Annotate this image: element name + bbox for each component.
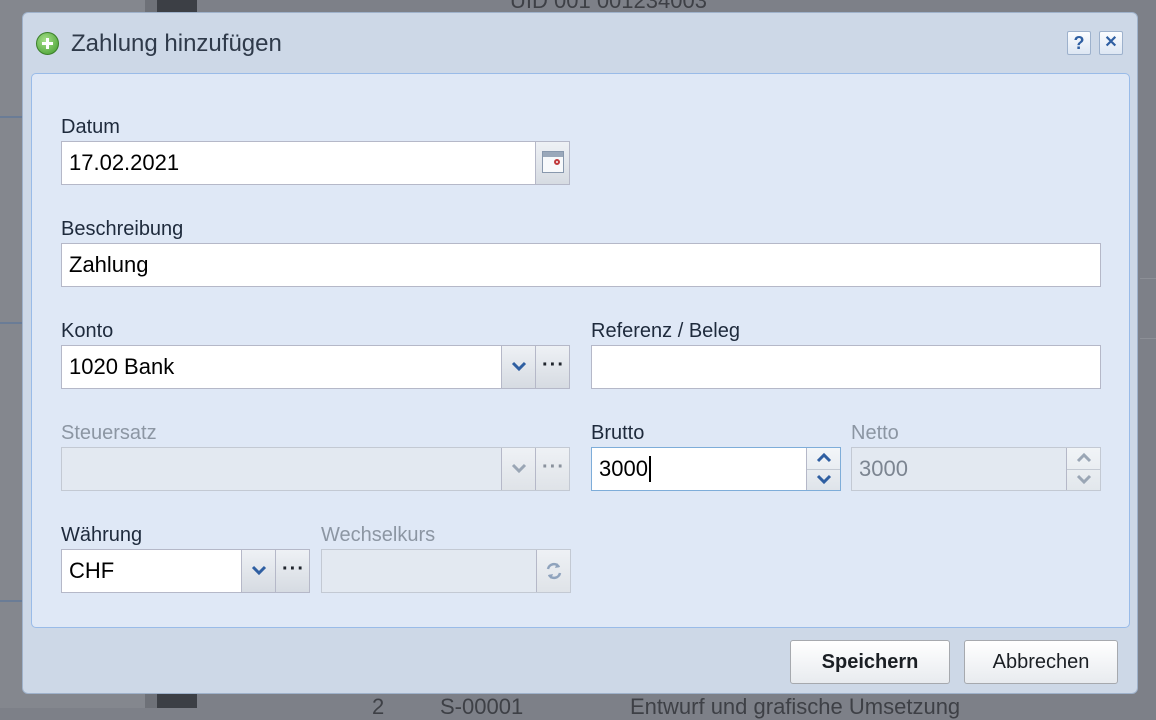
brutto-increment-button[interactable] xyxy=(807,448,840,470)
waehrung-value: CHF xyxy=(69,558,115,583)
chevron-down-icon xyxy=(251,565,267,576)
dialog-title: Zahlung hinzufügen xyxy=(71,30,282,57)
chevron-down-icon xyxy=(1076,474,1092,485)
chevron-down-icon xyxy=(511,463,527,474)
background-row-code: S-00001 xyxy=(440,694,524,719)
more-icon: ··· xyxy=(542,456,565,478)
konto-value: 1020 Bank xyxy=(69,354,175,379)
netto-label: Netto xyxy=(851,422,899,444)
datum-value: 17.02.2021 xyxy=(69,150,180,175)
waehrung-dropdown-button[interactable] xyxy=(241,550,275,592)
konto-dropdown-button[interactable] xyxy=(501,346,535,388)
netto-decrement-button xyxy=(1067,469,1100,490)
help-button[interactable]: ? xyxy=(1067,31,1091,55)
calendar-icon xyxy=(542,151,564,173)
beschreibung-label: Beschreibung xyxy=(61,218,184,240)
dialog-titlebar[interactable]: Zahlung hinzufügen ? ✕ xyxy=(23,13,1137,73)
steuersatz-combo: ··· xyxy=(61,447,570,491)
close-button[interactable]: ✕ xyxy=(1099,31,1123,55)
steuersatz-more-button: ··· xyxy=(535,448,569,490)
steuersatz-dropdown-button xyxy=(501,448,535,490)
add-payment-dialog: Zahlung hinzufügen ? ✕ Datum 17.02.2021 … xyxy=(22,12,1138,694)
background-row-num: 2 xyxy=(372,694,385,719)
more-icon: ··· xyxy=(282,558,305,580)
background-row-line xyxy=(1140,338,1156,339)
cancel-button[interactable]: Abbrechen xyxy=(964,640,1118,684)
background-row-desc: Entwurf und grafische Umsetzung xyxy=(630,694,961,719)
beschreibung-value: Zahlung xyxy=(69,252,149,277)
konto-combo[interactable]: 1020 Bank ··· xyxy=(61,345,570,389)
netto-increment-button xyxy=(1067,448,1100,470)
text-caret xyxy=(648,455,651,482)
referenz-label: Referenz / Beleg xyxy=(591,320,740,342)
steuersatz-label: Steuersatz xyxy=(61,422,157,444)
chevron-up-icon xyxy=(816,452,832,463)
netto-spinner xyxy=(1066,448,1100,490)
wechselkurs-field xyxy=(321,549,571,593)
wechselkurs-label: Wechselkurs xyxy=(321,524,436,546)
brutto-spinner[interactable] xyxy=(806,448,840,490)
more-icon: ··· xyxy=(542,354,565,376)
brutto-decrement-button[interactable] xyxy=(807,469,840,490)
waehrung-more-button[interactable]: ··· xyxy=(275,550,309,592)
date-picker-button[interactable] xyxy=(535,142,569,184)
waehrung-label: Währung xyxy=(61,524,143,546)
konto-more-button[interactable]: ··· xyxy=(535,346,569,388)
chevron-up-icon xyxy=(1076,452,1092,463)
netto-value: 3000 xyxy=(859,456,908,481)
brutto-label: Brutto xyxy=(591,422,645,444)
netto-field: 3000 xyxy=(851,447,1101,491)
datum-field[interactable]: 17.02.2021 xyxy=(61,141,570,185)
beschreibung-field[interactable]: Zahlung xyxy=(61,243,1101,287)
form-panel: Datum 17.02.2021 Beschreibung Zahlung Ko… xyxy=(31,73,1130,628)
brutto-field[interactable]: 3000 xyxy=(591,447,841,491)
chevron-down-icon xyxy=(816,474,832,485)
chevron-down-icon xyxy=(511,361,527,372)
background-row-line xyxy=(1140,278,1156,279)
refresh-icon xyxy=(546,562,562,580)
referenz-field[interactable] xyxy=(591,345,1101,389)
konto-label: Konto xyxy=(61,320,114,342)
waehrung-combo[interactable]: CHF ··· xyxy=(61,549,310,593)
save-button[interactable]: Speichern xyxy=(790,640,950,684)
add-icon xyxy=(36,32,59,55)
datum-label: Datum xyxy=(61,116,120,138)
brutto-value: 3000 xyxy=(599,456,648,481)
refresh-rate-button xyxy=(536,550,570,592)
